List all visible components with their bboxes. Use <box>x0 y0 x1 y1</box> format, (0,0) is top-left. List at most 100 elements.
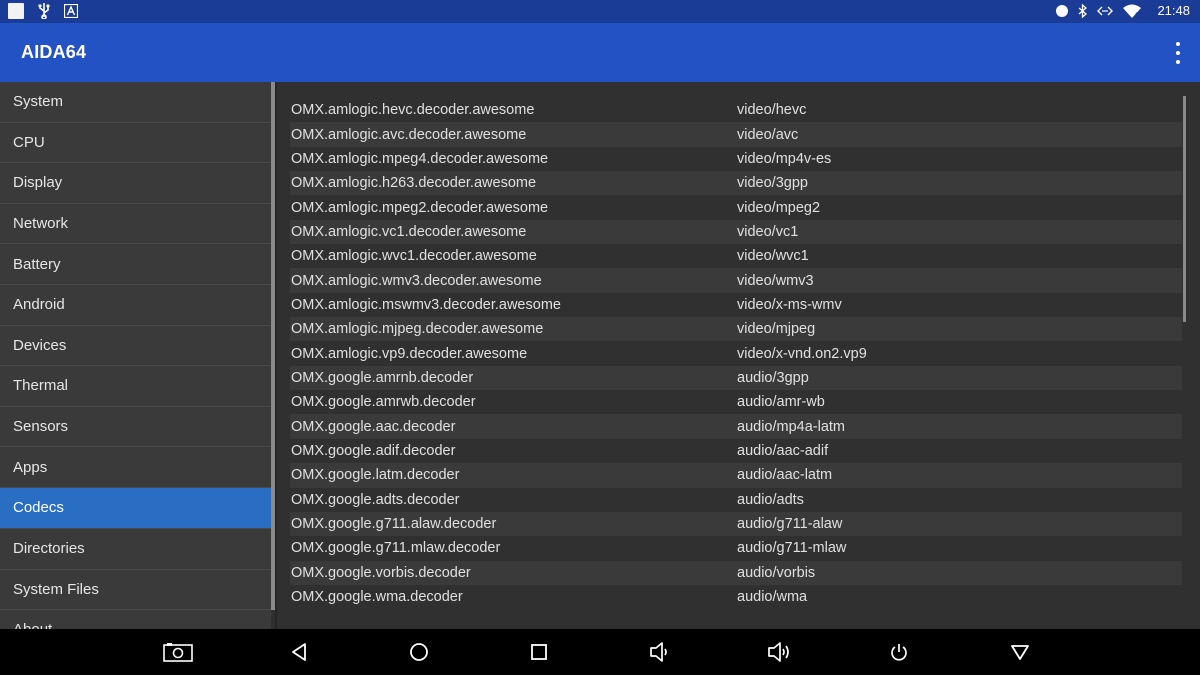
sidebar-item-devices[interactable]: Devices <box>0 325 271 367</box>
sidebar-item-label: About <box>13 621 52 629</box>
codec-name: OMX.google.vorbis.decoder <box>291 564 471 581</box>
table-row: OMX.google.g711.mlaw.decoder audio/g711-m… <box>290 536 1182 560</box>
table-row: OMX.google.vorbis.decoder audio/vorbis <box>290 560 1182 585</box>
codec-mime-type: audio/g711-mlaw <box>737 540 847 557</box>
table-row: OMX.amlogic.vc1.decoder.awesome video/vc1 <box>290 219 1182 245</box>
sidebar-item-system-files[interactable]: System Files <box>0 569 271 611</box>
hide-nav-icon[interactable] <box>1005 640 1035 664</box>
codec-name: OMX.amlogic.mpeg2.decoder.awesome <box>291 199 549 216</box>
codec-mime-type: video/mjpeg <box>737 321 816 338</box>
codec-name: OMX.google.adts.decoder <box>291 491 460 508</box>
table-row: OMX.google.wma.decoder audio/wma <box>290 585 1182 609</box>
usb-icon <box>38 3 50 19</box>
codec-name: OMX.google.amrnb.decoder <box>291 369 474 386</box>
codec-name: OMX.amlogic.mpeg4.decoder.awesome <box>291 150 549 167</box>
table-row: OMX.amlogic.hevc.decoder.awesome video/he… <box>290 98 1182 122</box>
codec-list-scrollbar[interactable] <box>1183 96 1186 322</box>
table-row: OMX.amlogic.vp9.decoder.awesome video/x-v… <box>290 341 1182 365</box>
codec-name: OMX.google.aac.decoder <box>291 418 456 435</box>
codec-mime-type: audio/g711-alaw <box>737 516 843 533</box>
table-row: OMX.amlogic.wvc1.decoder.awesome video/wv… <box>290 244 1182 268</box>
screenshot-icon[interactable] <box>163 640 193 664</box>
table-row: OMX.amlogic.mjpeg.decoder.awesome video/m… <box>290 317 1182 342</box>
sidebar-item-android[interactable]: Android <box>0 284 271 326</box>
navigation-bar <box>0 629 1200 675</box>
status-bar: 21:48 <box>0 0 1200 23</box>
sidebar-item-label: Android <box>13 296 65 314</box>
codec-mime-type: video/avc <box>737 126 799 143</box>
codec-name: OMX.amlogic.mjpeg.decoder.awesome <box>291 321 544 338</box>
codec-panel: OMX.amlogic.hevc.decoder.awesome video/he… <box>277 82 1200 629</box>
app-title: AIDA64 <box>21 42 87 62</box>
codec-mime-type: video/3gpp <box>737 175 808 192</box>
table-row: OMX.google.aac.decoder audio/mp4a-latm <box>290 414 1182 439</box>
sidebar-item-about[interactable]: About <box>0 610 271 629</box>
sidebar-item-system[interactable]: System <box>0 82 271 123</box>
codec-name: OMX.amlogic.hevc.decoder.awesome <box>291 102 535 119</box>
power-icon[interactable] <box>884 640 914 664</box>
sidebar: System CPU Display Network Battery Android Dev… <box>0 82 271 629</box>
codec-name: OMX.amlogic.wvc1.decoder.awesome <box>291 248 537 265</box>
sidebar-item-battery[interactable]: Battery <box>0 244 271 285</box>
sidebar-item-label: Thermal <box>13 377 69 395</box>
sidebar-item-label: Codecs <box>13 499 64 517</box>
codec-name: OMX.amlogic.wmv3.decoder.awesome <box>291 272 542 289</box>
codec-name: OMX.google.g711.mlaw.decoder <box>291 540 501 557</box>
notification-icon <box>8 3 24 19</box>
sidebar-item-directories[interactable]: Directories <box>0 528 271 570</box>
table-row: OMX.google.adts.decoder audio/adts <box>290 488 1182 512</box>
sidebar-item-apps[interactable]: Apps <box>0 447 271 488</box>
codec-mime-type: video/wmv3 <box>737 272 814 289</box>
sidebar-item-label: Battery <box>13 255 61 273</box>
recents-icon[interactable] <box>524 640 554 664</box>
sidebar-item-label: System Files <box>13 580 99 598</box>
codec-mime-type: video/x-vnd.on2.vp9 <box>737 345 867 362</box>
sidebar-item-label: Devices <box>13 336 67 354</box>
codec-mime-type: video/mp4v-es <box>737 150 832 167</box>
table-row: OMX.google.latm.decoder audio/aac-latm <box>290 463 1182 488</box>
codec-mime-type: audio/wma <box>737 589 808 606</box>
sidebar-item-label: System <box>13 93 64 111</box>
sidebar-item-display[interactable]: Display <box>0 163 271 204</box>
table-row: OMX.google.g711.alaw.decoder audio/g711-a… <box>290 511 1182 537</box>
codec-name: OMX.amlogic.h263.decoder.awesome <box>291 175 537 192</box>
codec-name: OMX.amlogic.vc1.decoder.awesome <box>291 223 527 240</box>
volume-up-icon[interactable] <box>764 640 794 664</box>
back-icon[interactable] <box>284 640 314 664</box>
sidebar-item-sensors[interactable]: Sensors <box>0 406 271 448</box>
sidebar-item-codecs[interactable]: Codecs <box>0 487 271 529</box>
sidebar-item-thermal[interactable]: Thermal <box>0 366 271 407</box>
codec-name: OMX.amlogic.mswmv3.decoder.awesome <box>291 296 561 313</box>
codec-mime-type: audio/aac-latm <box>737 467 833 484</box>
table-row: OMX.amlogic.mpeg4.decoder.awesome video/m… <box>290 147 1182 171</box>
ethernet-icon <box>1097 6 1114 15</box>
codec-name: OMX.google.amrwb.decoder <box>291 394 476 411</box>
codec-name: OMX.amlogic.vp9.decoder.awesome <box>291 345 528 362</box>
overflow-menu-icon[interactable] <box>1174 42 1182 64</box>
codec-mime-type: video/hevc <box>737 102 807 119</box>
sidebar-item-network[interactable]: Network <box>0 203 271 245</box>
codec-mime-type: video/vc1 <box>737 223 799 240</box>
record-icon <box>1056 4 1069 17</box>
sidebar-item-label: Apps <box>13 458 48 476</box>
codec-name: OMX.google.latm.decoder <box>291 467 460 484</box>
table-row: OMX.amlogic.mswmv3.decoder.awesome video/… <box>290 293 1182 317</box>
codec-list: OMX.amlogic.hevc.decoder.awesome video/he… <box>290 98 1182 609</box>
home-icon[interactable] <box>404 640 434 664</box>
codec-mime-type: audio/aac-adif <box>737 442 829 459</box>
sidebar-item-label: CPU <box>13 133 45 151</box>
clock: 21:48 <box>1157 3 1190 18</box>
volume-down-icon[interactable] <box>644 640 674 664</box>
system-icons: 21:48 <box>1056 3 1190 18</box>
table-row: OMX.google.adif.decoder audio/aac-adif <box>290 439 1182 463</box>
table-row: OMX.google.amrnb.decoder audio/3gpp <box>290 365 1182 391</box>
sidebar-item-cpu[interactable]: CPU <box>0 122 271 164</box>
sidebar-item-label: Directories <box>13 540 85 558</box>
wifi-icon <box>1123 4 1142 18</box>
codec-mime-type: audio/adts <box>737 491 804 508</box>
app-notification-icon <box>64 4 78 18</box>
codec-name: OMX.amlogic.avc.decoder.awesome <box>291 126 527 143</box>
table-row: OMX.amlogic.mpeg2.decoder.awesome video/m… <box>290 195 1182 219</box>
codec-name: OMX.google.wma.decoder <box>291 589 463 606</box>
codec-mime-type: audio/vorbis <box>737 564 816 581</box>
